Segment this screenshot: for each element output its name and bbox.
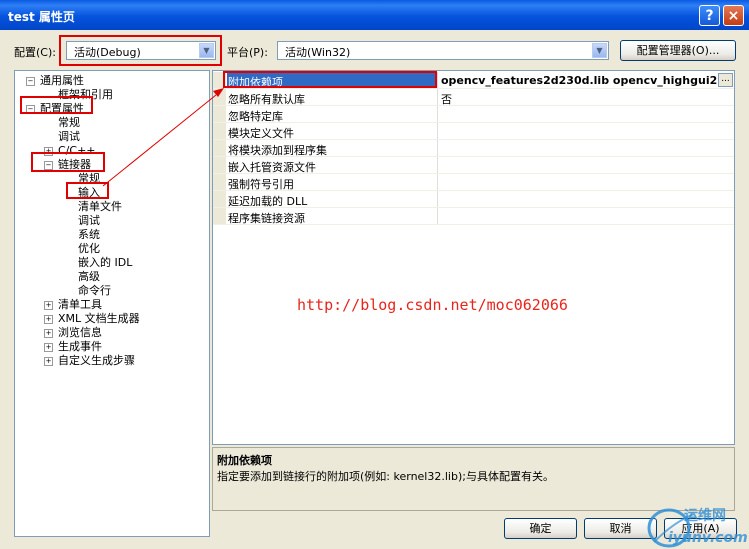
property-pages-window: test 属性页 ? × 配置(C): 活动(Debug) ▼ 平台(P): 活…: [0, 0, 749, 549]
annotation-arrow: [102, 88, 224, 187]
logo-url: iyunv.com: [668, 530, 748, 546]
site-logo: 运维网 iyunv.com: [644, 502, 749, 549]
logo-text: 运维网: [684, 508, 726, 524]
